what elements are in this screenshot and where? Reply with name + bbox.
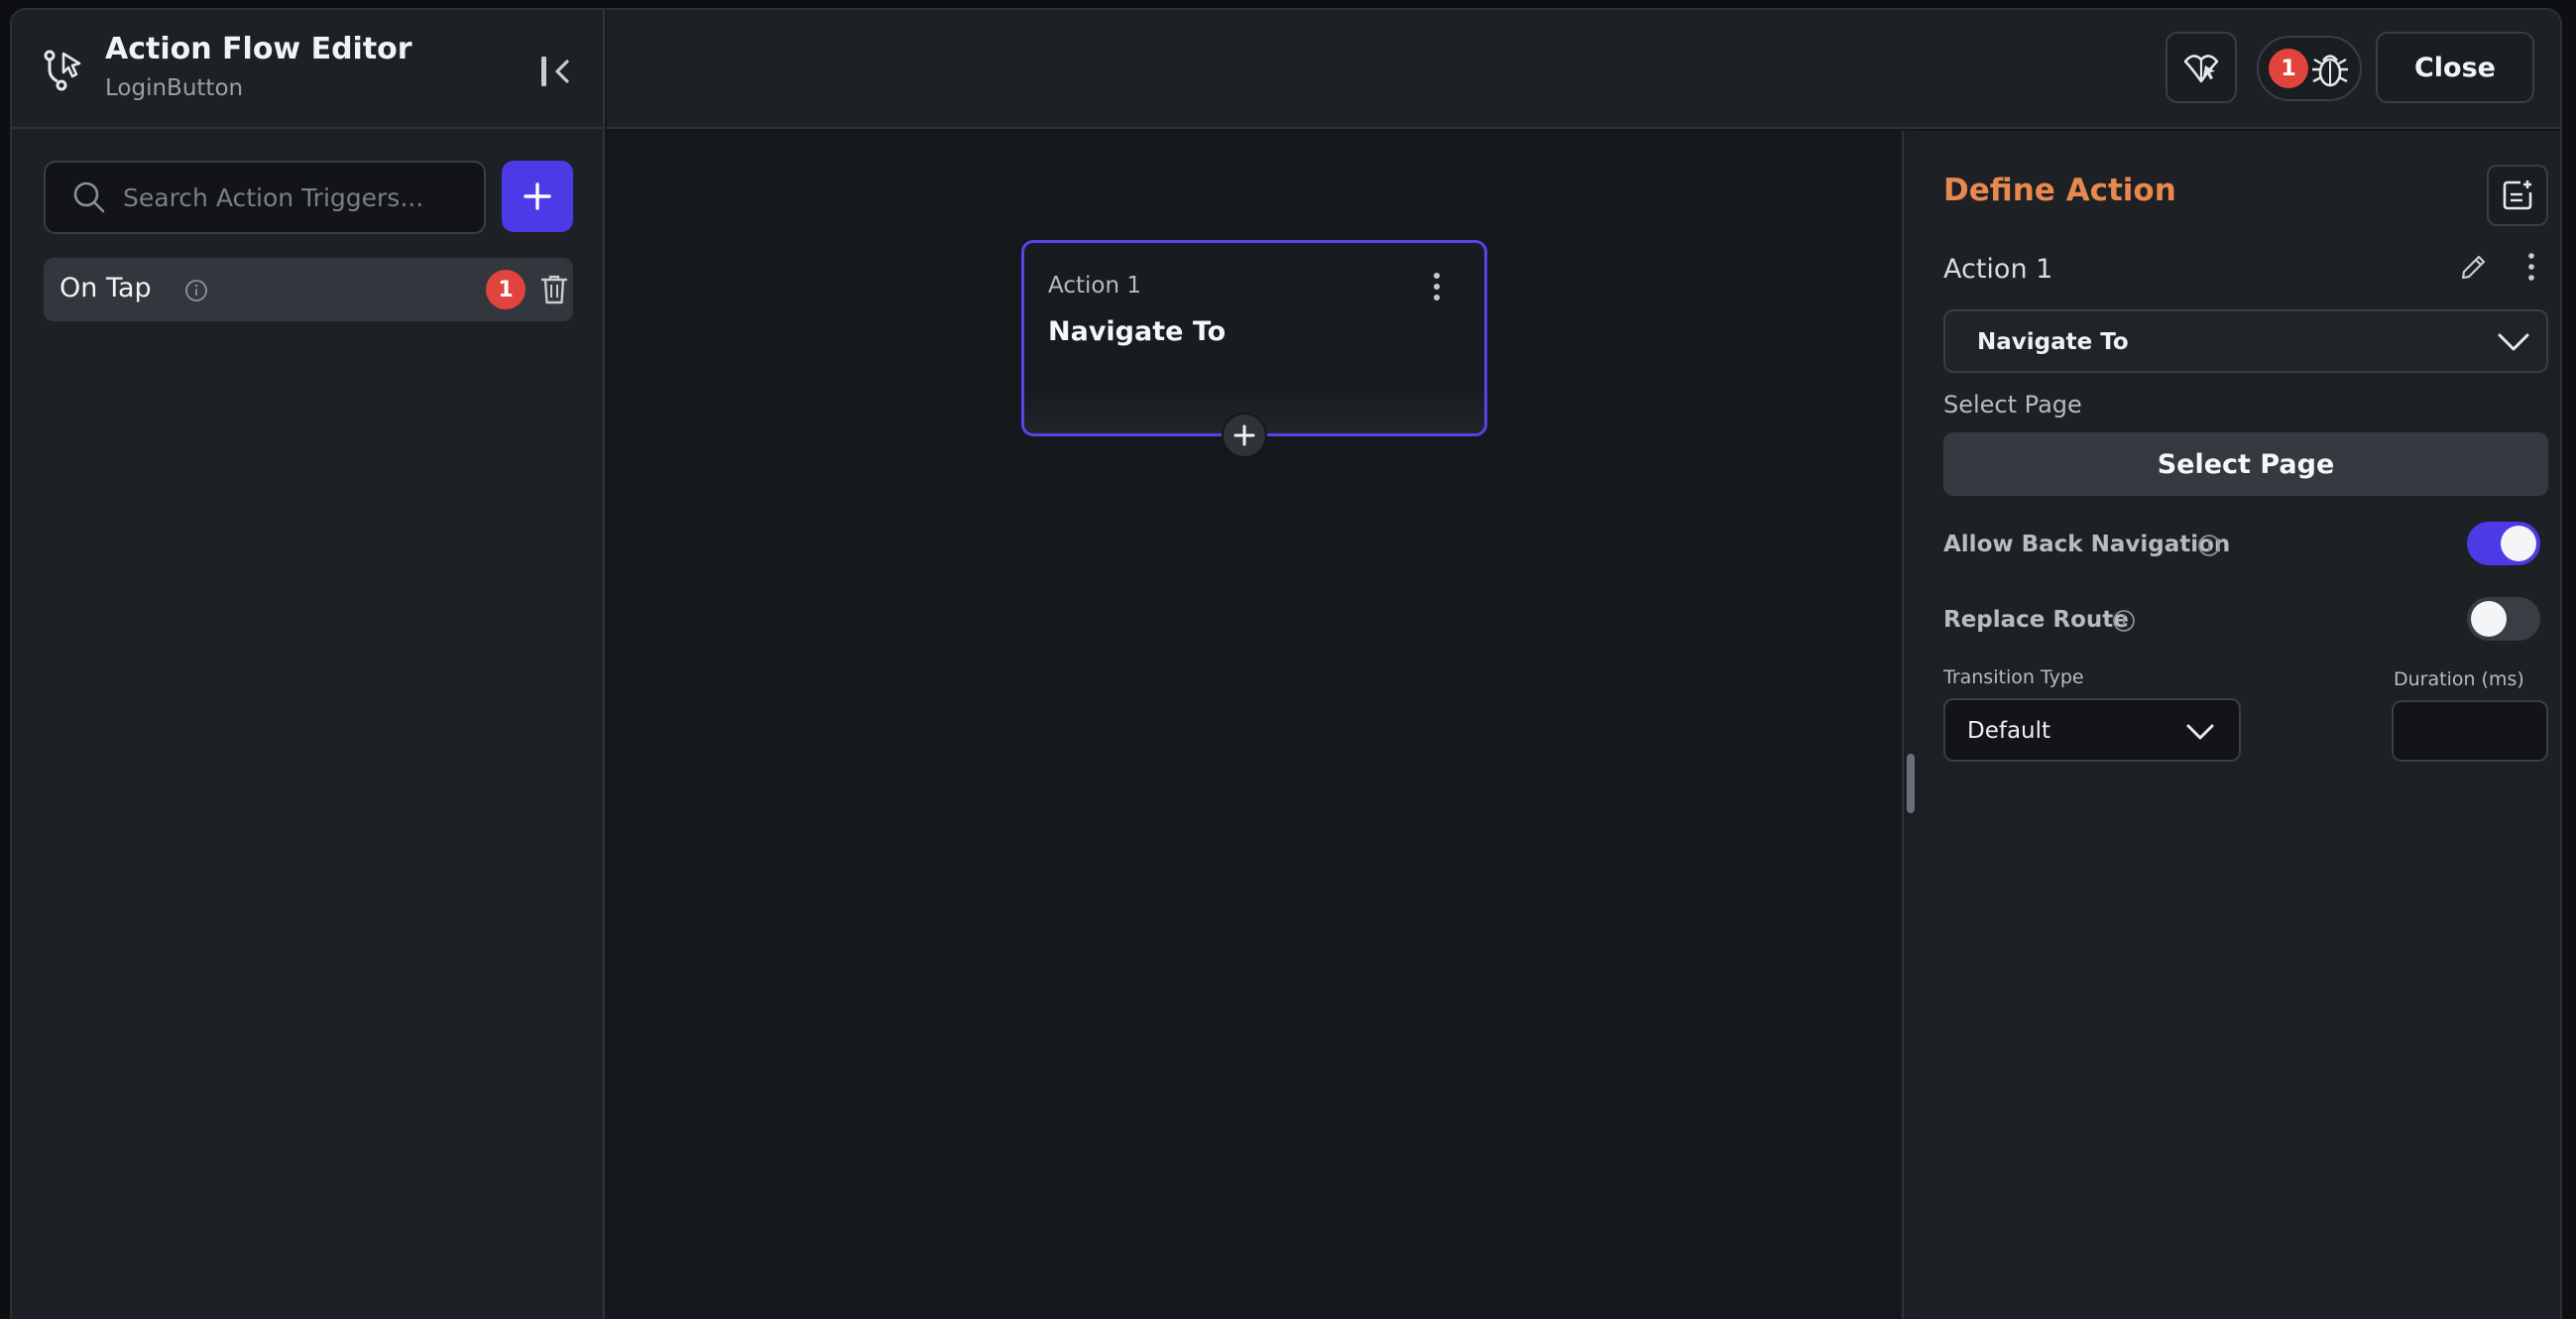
toggle-knob	[2471, 601, 2507, 637]
allow-back-navigation-toggle[interactable]	[2467, 522, 2540, 565]
search-triggers-box[interactable]	[44, 161, 486, 234]
bug-icon	[2312, 55, 2348, 87]
info-icon[interactable]	[2112, 609, 2136, 633]
search-triggers-input[interactable]	[123, 178, 484, 217]
action-type-dropdown[interactable]: Navigate To	[1943, 309, 2548, 373]
select-page-label: Select Page	[1943, 391, 2082, 419]
collapse-sidebar-icon[interactable]	[539, 54, 573, 89]
flow-icon	[44, 50, 81, 91]
plus-icon	[1233, 424, 1255, 446]
close-button[interactable]: Close	[2376, 32, 2534, 103]
action-name: Action 1	[1943, 254, 2053, 285]
duration-label: Duration (ms)	[2394, 668, 2524, 690]
resize-handle[interactable]	[1907, 754, 1915, 813]
define-action-panel: Define Action Action 1 Navigate To Selec…	[1918, 131, 2560, 1319]
debug-count-badge: 1	[2269, 49, 2308, 88]
transition-type-label: Transition Type	[1943, 666, 2084, 688]
ai-agent-button[interactable]	[2166, 32, 2237, 103]
action-node-title: Navigate To	[1048, 316, 1227, 347]
ai-agent-icon	[2183, 55, 2219, 83]
flow-canvas[interactable]: Action 1 Navigate To	[607, 131, 1902, 1319]
action-type-value: Navigate To	[1977, 329, 2129, 355]
action-node-label: Action 1	[1048, 273, 1141, 299]
more-vertical-icon[interactable]	[1431, 271, 1443, 302]
replace-route-label: Replace Route	[1943, 607, 2129, 633]
select-page-button[interactable]: Select Page	[1943, 432, 2548, 496]
trigger-item-on-tap[interactable]: On Tap 1	[44, 258, 573, 321]
panel-resize-splitter[interactable]	[1902, 131, 1918, 1319]
plus-icon	[524, 182, 551, 210]
notes-button[interactable]	[2487, 165, 2548, 226]
transition-type-dropdown[interactable]: Default	[1943, 698, 2241, 762]
transition-type-value: Default	[1967, 718, 2051, 744]
allow-back-navigation-label: Allow Back Navigation	[1943, 532, 2231, 557]
debug-panel-button[interactable]: 1	[2257, 36, 2362, 101]
pencil-icon[interactable]	[2459, 252, 2489, 282]
chevron-down-icon	[2186, 724, 2214, 740]
duration-input[interactable]	[2392, 700, 2548, 762]
action-flow-editor-window: Action Flow Editor LoginButton On Tap	[10, 8, 2562, 1319]
add-next-action-button[interactable]	[1222, 413, 1267, 458]
info-icon[interactable]	[184, 279, 208, 302]
trash-icon[interactable]	[539, 274, 569, 305]
search-icon	[73, 181, 105, 213]
trigger-label: On Tap	[59, 273, 152, 303]
more-vertical-icon[interactable]	[2526, 252, 2536, 282]
panel-title: Define Action	[1943, 173, 2176, 208]
chevron-down-icon	[2498, 333, 2529, 351]
page-title: Action Flow Editor	[105, 32, 412, 66]
notes-icon	[2503, 180, 2532, 210]
replace-route-toggle[interactable]	[2467, 597, 2540, 641]
info-icon[interactable]	[2197, 534, 2221, 557]
triggers-sidebar: Action Flow Editor LoginButton On Tap	[12, 10, 605, 1319]
widget-name: LoginButton	[105, 75, 244, 101]
trigger-action-count-badge: 1	[486, 270, 526, 309]
top-toolbar: 1 Close	[607, 10, 2560, 129]
editor-header: Action Flow Editor LoginButton	[12, 10, 605, 129]
add-trigger-button[interactable]	[502, 161, 573, 232]
toggle-knob	[2501, 526, 2536, 561]
action-node-card[interactable]: Action 1 Navigate To	[1021, 240, 1487, 436]
